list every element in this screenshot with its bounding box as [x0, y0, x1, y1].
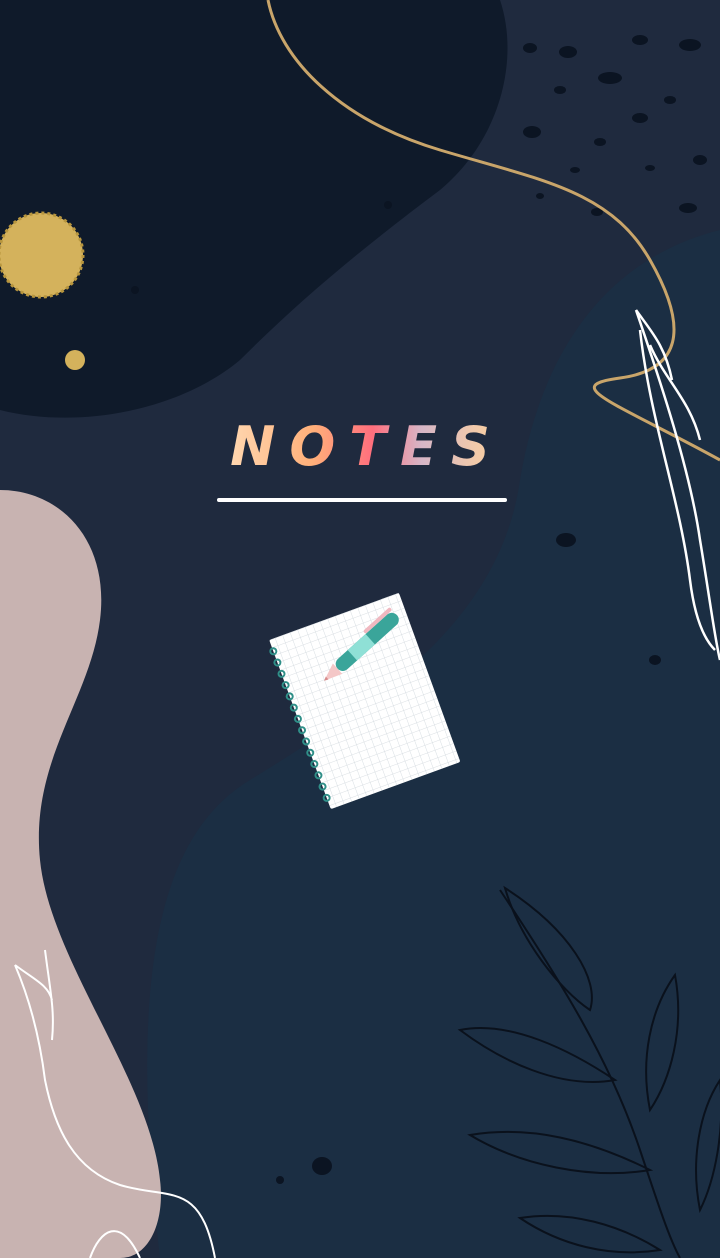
- gold-circle-small: [65, 350, 85, 370]
- notepad-icon: [269, 592, 461, 810]
- title-underline: [217, 498, 507, 502]
- page-title-text: NOTES: [230, 415, 504, 478]
- splash-screen: NOTES: [0, 0, 720, 1258]
- page-title: NOTES: [0, 412, 720, 482]
